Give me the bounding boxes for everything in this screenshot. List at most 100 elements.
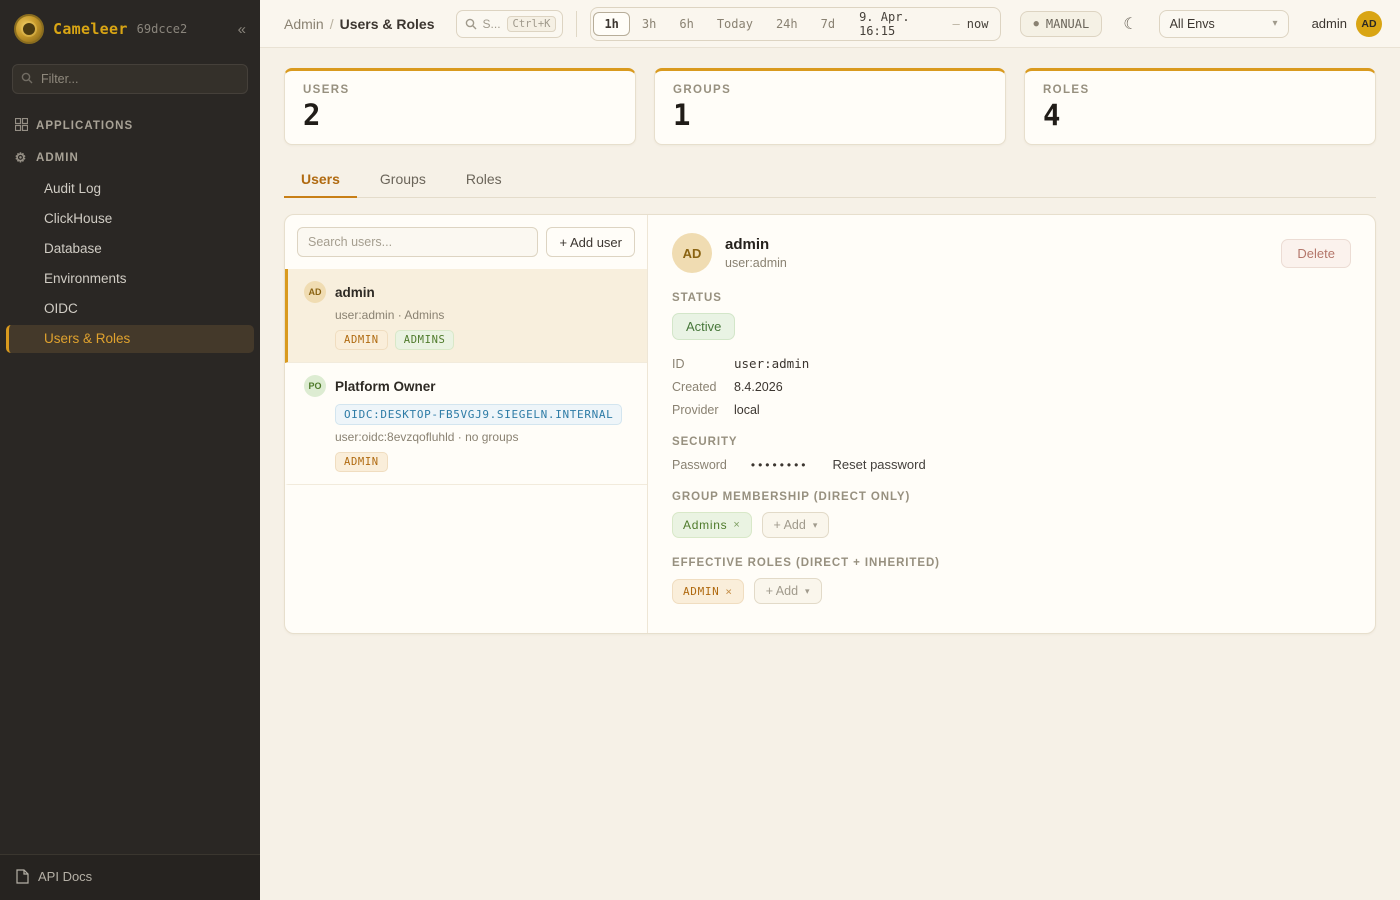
stat-card-roles: ROLES 4 — [1024, 68, 1376, 145]
environment-select[interactable]: All Envs ▾ — [1159, 10, 1289, 38]
sidebar-section-label[interactable]: ADMIN — [36, 152, 79, 164]
time-range-3h[interactable]: 3h — [631, 12, 667, 36]
moon-icon: ☾ — [1123, 16, 1137, 33]
tab-groups[interactable]: Groups — [363, 163, 443, 198]
user-badges: ADMIN ADMINS — [335, 330, 633, 350]
avatar: PO — [304, 375, 326, 397]
stat-value: 2 — [303, 98, 617, 132]
stat-label: GROUPS — [673, 84, 987, 96]
sidebar-item-environments[interactable]: Environments — [6, 265, 254, 293]
effective-roles-chips: ADMIN × + Add ▾ — [672, 578, 1351, 604]
user-row: AD admin — [304, 281, 633, 303]
top-bar: Admin / Users & Roles S... Ctrl+K 1h 3h … — [260, 0, 1400, 48]
add-user-button[interactable]: + Add user — [546, 227, 635, 257]
group-badge-admins: ADMINS — [395, 330, 455, 350]
add-role-button[interactable]: + Add ▾ — [754, 578, 822, 604]
stat-cards: USERS 2 GROUPS 1 ROLES 4 — [284, 68, 1376, 145]
field-value-provider: local — [734, 403, 1351, 417]
user-detail-pane: AD admin user:admin Delete STATUS Active… — [648, 215, 1375, 633]
users-panel: + Add user AD admin user:admin · Admins … — [284, 214, 1376, 634]
user-list-item-admin[interactable]: AD admin user:admin · Admins ADMIN ADMIN… — [285, 269, 647, 363]
main-area: Admin / Users & Roles S... Ctrl+K 1h 3h … — [260, 0, 1400, 900]
app-root: Cameleer 69dcce2 « APPLICATIONS — [0, 0, 1400, 900]
sidebar-collapse-icon[interactable]: « — [238, 21, 246, 38]
time-range-1h[interactable]: 1h — [593, 12, 629, 36]
security-heading: SECURITY — [672, 436, 1351, 448]
chevron-down-icon: ▾ — [805, 586, 810, 597]
breadcrumb-admin[interactable]: Admin — [284, 16, 324, 32]
tab-users[interactable]: Users — [284, 163, 357, 198]
date-range-display[interactable]: 9. Apr. 16:15 — now — [847, 10, 998, 38]
delete-user-button[interactable]: Delete — [1281, 239, 1351, 268]
add-group-label: + Add — [774, 518, 806, 532]
breadcrumb-separator: / — [330, 16, 334, 32]
time-range-picker: 1h 3h 6h Today 24h 7d 9. Apr. 16:15 — no… — [590, 7, 1001, 41]
refresh-mode-button[interactable]: ● MANUAL — [1020, 11, 1102, 37]
stat-value: 1 — [673, 98, 987, 132]
document-icon — [16, 869, 29, 884]
search-icon — [465, 18, 477, 30]
sidebar-item-clickhouse[interactable]: ClickHouse — [6, 205, 254, 233]
detail-fields: ID user:admin Created 8.4.2026 Provider … — [672, 356, 1351, 417]
date-range-separator: — — [953, 17, 960, 31]
user-badges: ADMIN — [335, 452, 633, 472]
remove-group-icon[interactable]: × — [733, 519, 740, 531]
global-search[interactable]: S... Ctrl+K — [456, 10, 564, 38]
sidebar-item-database[interactable]: Database — [6, 235, 254, 263]
role-badge-admin: ADMIN — [335, 330, 388, 350]
detail-header: AD admin user:admin Delete — [672, 233, 1351, 273]
stat-value: 4 — [1043, 98, 1357, 132]
stat-label: USERS — [303, 84, 617, 96]
user-list-pane: + Add user AD admin user:admin · Admins … — [285, 215, 648, 633]
time-range-today[interactable]: Today — [706, 12, 764, 36]
remove-role-icon[interactable]: × — [725, 585, 732, 598]
status-heading: STATUS — [672, 292, 1351, 304]
header-user-name: admin — [1312, 16, 1347, 31]
reset-password-link[interactable]: Reset password — [833, 457, 926, 472]
sidebar-item-users-roles[interactable]: Users & Roles — [6, 325, 254, 353]
add-role-label: + Add — [766, 584, 798, 598]
time-range-7d[interactable]: 7d — [810, 12, 846, 36]
header-user: admin AD — [1312, 11, 1382, 37]
field-label-id: ID — [672, 357, 734, 371]
environment-select-value: All Envs — [1170, 17, 1215, 31]
header-divider — [576, 11, 577, 37]
sidebar-footer-api-docs[interactable]: API Docs — [0, 854, 260, 900]
field-value-created: 8.4.2026 — [734, 380, 1351, 394]
search-users-input[interactable] — [297, 227, 538, 257]
avatar[interactable]: AD — [1356, 11, 1382, 37]
search-shortcut-badge: Ctrl+K — [507, 16, 557, 32]
breadcrumb-current: Users & Roles — [340, 16, 435, 32]
role-chip-admin: ADMIN × — [672, 579, 744, 604]
sidebar-section-label[interactable]: APPLICATIONS — [36, 120, 133, 132]
sidebar-item-oidc[interactable]: OIDC — [6, 295, 254, 323]
user-list-item-platform-owner[interactable]: PO Platform Owner OIDC:DESKTOP-FB5VGJ9.S… — [285, 363, 647, 485]
stat-card-users: USERS 2 — [284, 68, 636, 145]
group-chip-admins: Admins × — [672, 512, 752, 538]
detail-user-id: user:admin — [725, 256, 787, 270]
group-membership-chips: Admins × + Add ▾ — [672, 512, 1351, 538]
password-label: Password — [672, 458, 727, 472]
dark-mode-toggle[interactable]: ☾ — [1115, 10, 1145, 38]
oidc-badge-row: OIDC:DESKTOP-FB5VGJ9.SIEGELN.INTERNAL — [335, 404, 633, 425]
sidebar-admin-items: Audit Log ClickHouse Database Environmen… — [0, 172, 260, 360]
stat-label: ROLES — [1043, 84, 1357, 96]
breadcrumb: Admin / Users & Roles — [284, 16, 435, 32]
search-icon — [21, 72, 33, 84]
time-range-24h[interactable]: 24h — [765, 12, 809, 36]
sidebar-item-audit-log[interactable]: Audit Log — [6, 175, 254, 203]
refresh-mode-label: MANUAL — [1046, 17, 1089, 31]
role-badge-admin: ADMIN — [335, 452, 388, 472]
sidebar-section-admin: ⚙ ADMIN — [0, 140, 260, 172]
oidc-provider-badge: OIDC:DESKTOP-FB5VGJ9.SIEGELN.INTERNAL — [335, 404, 622, 425]
password-masked-value: •••••••• — [751, 458, 809, 472]
user-name: admin — [335, 285, 375, 300]
date-range-to: now — [967, 17, 989, 31]
sidebar: Cameleer 69dcce2 « APPLICATIONS — [0, 0, 260, 900]
add-group-button[interactable]: + Add ▾ — [762, 512, 830, 538]
sidebar-filter-input[interactable] — [12, 64, 248, 94]
brand-logo-icon — [14, 14, 44, 44]
tab-roles[interactable]: Roles — [449, 163, 519, 198]
field-label-created: Created — [672, 380, 734, 394]
time-range-6h[interactable]: 6h — [668, 12, 704, 36]
